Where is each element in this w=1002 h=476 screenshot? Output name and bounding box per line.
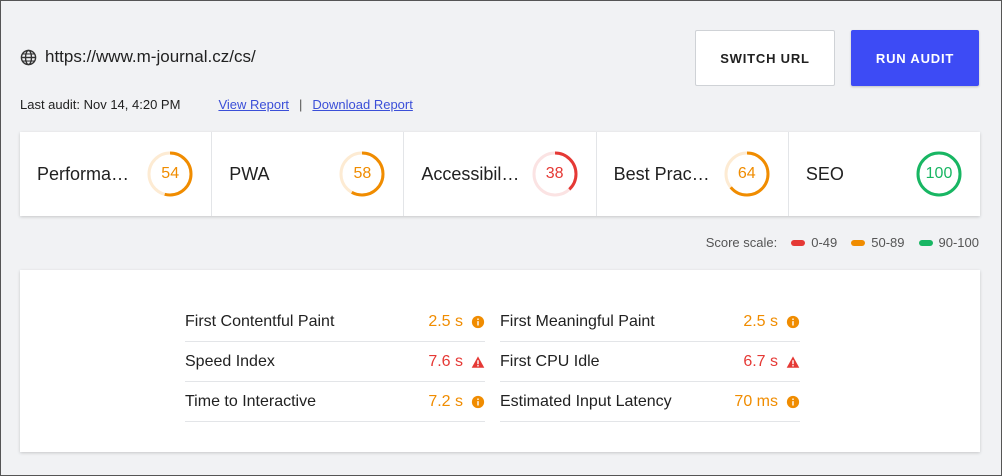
score-scale-label: Score scale:: [705, 235, 778, 250]
metric-value: 70 ms: [734, 392, 778, 410]
metric-value: 7.2 s: [428, 392, 463, 410]
score-value: 54: [161, 165, 180, 182]
info-icon: [786, 395, 800, 409]
download-report-link[interactable]: Download Report: [312, 97, 412, 112]
average-dot-icon: [851, 239, 866, 246]
score-scale-legend: Score scale: 0-49 50-89 90-100: [706, 235, 979, 250]
last-audit-text: Last audit: Nov 14, 4:20 PM: [20, 97, 181, 112]
scale-average-range: 50-89: [871, 235, 905, 250]
metric-name: Estimated Input Latency: [500, 392, 672, 410]
metric-value: 6.7 s: [743, 352, 778, 370]
warning-icon: [471, 355, 485, 369]
score-label: Performan…: [37, 163, 137, 184]
url-display: https://www.m-journal.cz/cs/: [20, 47, 256, 67]
audited-url: https://www.m-journal.cz/cs/: [45, 47, 256, 66]
score-value: 58: [353, 165, 372, 182]
link-separator: |: [299, 97, 303, 112]
fail-dot-icon: [791, 239, 806, 246]
score-label: PWA: [229, 163, 270, 184]
view-report-link[interactable]: View Report: [218, 97, 289, 112]
info-icon: [471, 315, 485, 329]
score-card[interactable]: PWA 58: [212, 132, 405, 216]
metric-name: Speed Index: [185, 352, 275, 370]
metrics-column-left: First Contentful Paint 2.5 s Speed Index 7.…: [185, 302, 485, 422]
metrics-column-right: First Meaningful Paint 2.5 s First CPU Idl…: [500, 302, 800, 422]
warning-icon: [786, 355, 800, 369]
metric-value: 2.5 s: [428, 312, 463, 330]
metric-name: First Meaningful Paint: [500, 312, 655, 330]
metric-value: 2.5 s: [743, 312, 778, 330]
score-value: 64: [737, 165, 756, 182]
pass-dot-icon: [918, 239, 933, 246]
score-value: 38: [545, 165, 564, 182]
audit-info: Last audit: Nov 14, 4:20 PM View Report …: [20, 97, 413, 112]
score-label: Accessibil…: [421, 163, 520, 184]
score-label: SEO: [805, 163, 844, 184]
metrics-panel: First Contentful Paint 2.5 s Speed Index 7.…: [20, 270, 980, 452]
score-card[interactable]: Performan… 54: [20, 132, 213, 216]
score-card[interactable]: SEO 100: [789, 132, 980, 216]
score-value: 100: [925, 165, 953, 182]
switch-url-button[interactable]: SWITCH URL: [695, 30, 835, 86]
metric-row: First Contentful Paint 2.5 s: [185, 302, 485, 342]
scale-fail-range: 0-49: [811, 235, 838, 250]
info-icon: [471, 395, 485, 409]
score-card[interactable]: Best Pract… 64: [597, 132, 789, 216]
metric-name: First Contentful Paint: [185, 312, 335, 330]
globe-icon: [20, 49, 37, 65]
metric-row: First Meaningful Paint 2.5 s: [500, 302, 800, 342]
score-card[interactable]: Accessibil… 38: [404, 132, 597, 216]
metric-value: 7.6 s: [428, 352, 463, 370]
metric-row: First CPU Idle 6.7 s: [500, 342, 800, 382]
metric-row: Estimated Input Latency 70 ms: [500, 382, 800, 422]
run-audit-button[interactable]: RUN AUDIT: [851, 30, 979, 86]
info-icon: [786, 315, 800, 329]
score-summary: Performan… 54 PWA 58 Accessibil… 38 Best Pract…: [20, 132, 980, 216]
scale-pass-range: 90-100: [938, 235, 979, 250]
score-label: Best Pract…: [613, 163, 714, 184]
metric-row: Time to Interactive 7.2 s: [185, 382, 485, 422]
metric-name: Time to Interactive: [185, 392, 317, 410]
metric-row: Speed Index 7.6 s: [185, 342, 485, 382]
metric-name: First CPU Idle: [500, 352, 600, 370]
